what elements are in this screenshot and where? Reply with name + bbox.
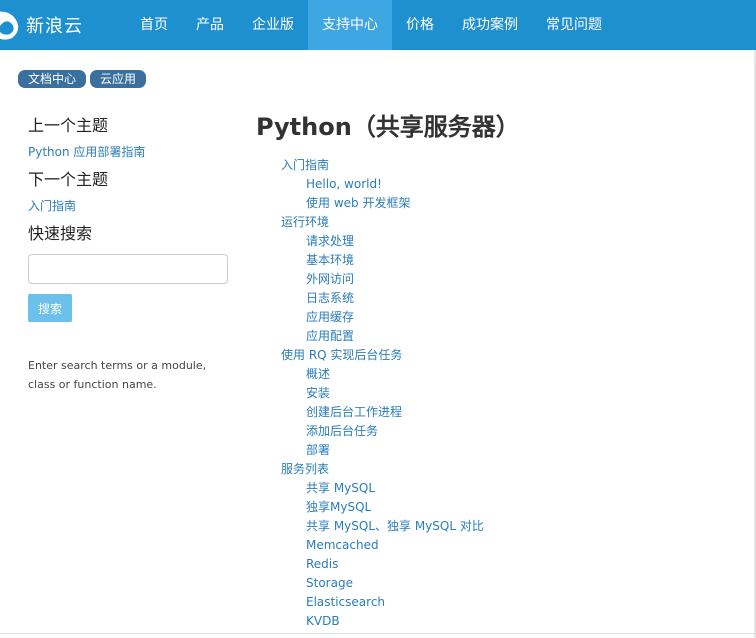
- toc-section-link[interactable]: 入门指南: [256, 156, 736, 175]
- nav-item[interactable]: 产品: [182, 0, 238, 50]
- toc-subsection-link[interactable]: 共享 MySQL、独享 MySQL 对比: [256, 517, 736, 536]
- toc-section-link[interactable]: 服务列表: [256, 460, 736, 479]
- toc-subsection-link[interactable]: KVDB: [256, 612, 736, 631]
- nav-item[interactable]: 支持中心: [308, 0, 392, 50]
- prev-topic-heading: 上一个主题: [28, 116, 109, 135]
- page-title: Python（共享服务器）: [256, 113, 520, 141]
- main-nav: 首页 产品 企业版 支持中心 价格 成功案例 常见问题: [126, 0, 616, 50]
- prev-topic-link[interactable]: Python 应用部署指南: [28, 142, 234, 162]
- toc-subsection-link[interactable]: 概述: [256, 365, 736, 384]
- toc-subsection-link[interactable]: 应用配置: [256, 327, 736, 346]
- bottom-divider: [0, 633, 756, 634]
- nav-item[interactable]: 成功案例: [448, 0, 532, 50]
- next-topic-link[interactable]: 入门指南: [28, 196, 234, 216]
- breadcrumb-docs-center[interactable]: 文档中心: [18, 70, 87, 88]
- table-of-contents: 入门指南 Hello, world! 使用 web 开发框架 运行环境 请求处理 基本环境…: [256, 156, 736, 631]
- toc-subsection-link[interactable]: Elasticsearch: [256, 593, 736, 612]
- nav-item[interactable]: 企业版: [238, 0, 308, 50]
- search-button[interactable]: 搜索: [28, 294, 72, 322]
- toc-subsection-link[interactable]: 日志系统: [256, 289, 736, 308]
- nav-item[interactable]: 常见问题: [532, 0, 616, 50]
- toc-subsection-link[interactable]: Storage: [256, 574, 736, 593]
- toc-subsection-link[interactable]: Hello, world!: [256, 175, 736, 194]
- next-topic-heading: 下一个主题: [28, 170, 109, 189]
- site-logo[interactable]: 新浪云: [0, 8, 100, 42]
- main-content: Python（共享服务器） 入门指南 Hello, world! 使用 web 开发…: [256, 108, 736, 631]
- toc-section-link[interactable]: 运行环境: [256, 213, 736, 232]
- breadcrumb-cloud-app[interactable]: 云应用: [90, 70, 147, 88]
- top-navigation-bar: 新浪云 首页 产品 企业版 支持中心 价格 成功案例 常见问题: [0, 0, 756, 50]
- breadcrumb: 文档中心 云应用: [18, 70, 147, 88]
- nav-item[interactable]: 价格: [392, 0, 448, 50]
- toc-subsection-link[interactable]: 应用缓存: [256, 308, 736, 327]
- toc-subsection-link[interactable]: 创建后台工作进程: [256, 403, 736, 422]
- toc-subsection-link[interactable]: 共享 MySQL: [256, 479, 736, 498]
- toc-subsection-link[interactable]: 使用 web 开发框架: [256, 194, 736, 213]
- nav-item[interactable]: 首页: [126, 0, 182, 50]
- sidebar: 上一个主题 Python 应用部署指南 下一个主题 入门指南 快速搜索 搜索 E…: [28, 114, 234, 394]
- toc-subsection-link[interactable]: 部署: [256, 441, 736, 460]
- sina-cloud-logo-icon: [0, 11, 19, 40]
- search-input[interactable]: [28, 254, 228, 284]
- quick-search-heading: 快速搜索: [28, 224, 93, 243]
- logo-text: 新浪云: [26, 16, 83, 37]
- toc-subsection-link[interactable]: 安装: [256, 384, 736, 403]
- search-hint: Enter search terms or a module, class or…: [28, 359, 207, 391]
- toc-subsection-link[interactable]: 独享MySQL: [256, 498, 736, 517]
- toc-subsection-link[interactable]: 请求处理: [256, 232, 736, 251]
- toc-section-link[interactable]: 使用 RQ 实现后台任务: [256, 346, 736, 365]
- toc-subsection-link[interactable]: 基本环境: [256, 251, 736, 270]
- toc-subsection-link[interactable]: Redis: [256, 555, 736, 574]
- toc-subsection-link[interactable]: Memcached: [256, 536, 736, 555]
- toc-subsection-link[interactable]: 添加后台任务: [256, 422, 736, 441]
- toc-subsection-link[interactable]: 外网访问: [256, 270, 736, 289]
